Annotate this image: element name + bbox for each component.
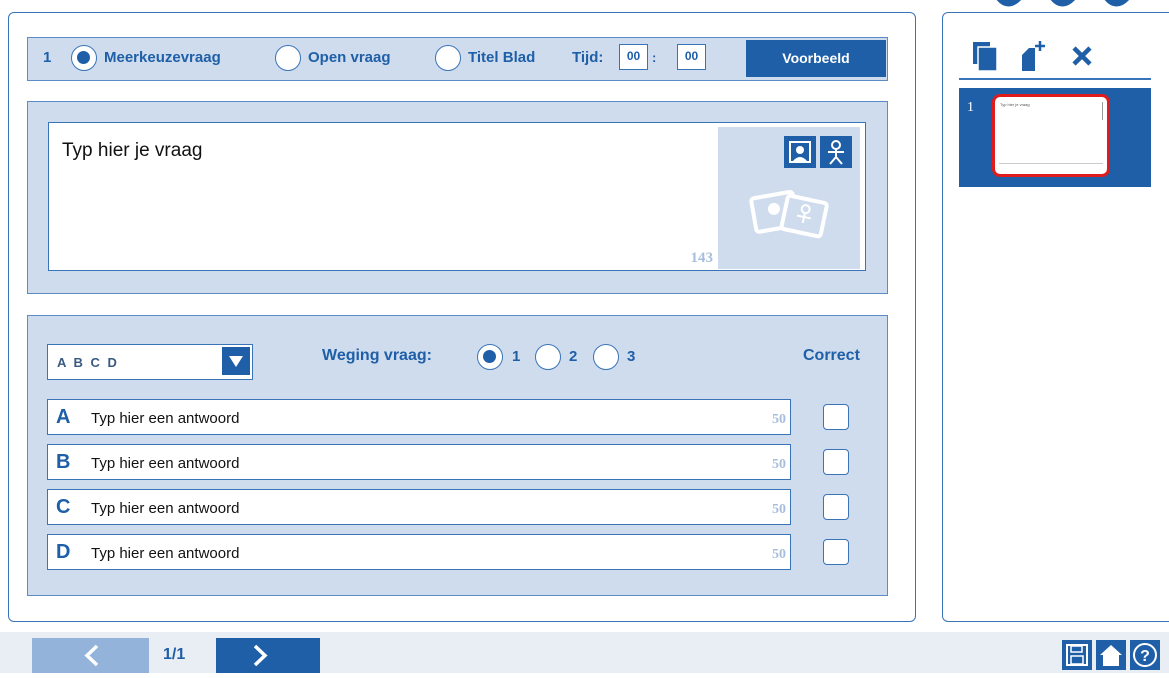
answer-row-b[interactable]: B Typ hier een antwoord 50 — [47, 444, 791, 480]
save-icon[interactable] — [1062, 640, 1092, 670]
answer-letter: C — [56, 496, 71, 518]
weging-label-3: 3 — [627, 348, 636, 365]
answer-letter: A — [56, 406, 71, 428]
question-type-bar: 1 Meerkeuzevraag Open vraag Titel Blad T… — [27, 37, 888, 81]
slide-number: 1 — [967, 100, 974, 115]
answer-row-c[interactable]: C Typ hier een antwoord 50 — [47, 489, 791, 525]
correct-checkbox-a[interactable] — [823, 404, 849, 430]
answer-row-a[interactable]: A Typ hier een antwoord 50 — [47, 399, 791, 435]
correct-checkbox-b[interactable] — [823, 449, 849, 475]
time-minutes-input[interactable]: 00 — [619, 44, 648, 70]
sidebar-divider — [959, 78, 1151, 80]
answer-row-d[interactable]: D Typ hier een antwoord 50 — [47, 534, 791, 570]
time-separator: : — [652, 50, 657, 65]
previous-page-button[interactable] — [32, 638, 149, 673]
time-label: Tijd: — [572, 49, 604, 66]
radio-open-vraag[interactable] — [275, 45, 301, 71]
weging-label-2: 2 — [569, 348, 578, 365]
home-icon[interactable] — [1096, 640, 1126, 670]
answer-input[interactable]: Typ hier een antwoord — [91, 455, 239, 472]
answer-char-count: 50 — [772, 547, 786, 562]
radio-meerkeuzevraag[interactable] — [71, 45, 97, 71]
answers-panel: A B C D Weging vraag: 1 2 3 Correct A Ty… — [27, 315, 888, 596]
weging-radio-1[interactable] — [477, 344, 503, 370]
slide-preview-line — [999, 163, 1103, 164]
radio-titel-blad[interactable] — [435, 45, 461, 71]
label-titel-blad[interactable]: Titel Blad — [468, 49, 535, 66]
slide-thumbnail-1[interactable]: 1 Typ hier je vraag — [959, 88, 1151, 187]
chevron-left-icon — [84, 644, 99, 667]
question-panel: Typ hier je vraag 143 — [27, 101, 888, 294]
answer-char-count: 50 — [772, 457, 786, 472]
add-page-icon[interactable] — [1019, 40, 1047, 72]
label-meerkeuzevraag[interactable]: Meerkeuzevraag — [104, 49, 221, 66]
answer-format-value: A B C D — [57, 355, 119, 370]
weging-radio-2[interactable] — [535, 344, 561, 370]
svg-text:?: ? — [1140, 648, 1150, 665]
weging-label: Weging vraag: — [322, 347, 432, 364]
answer-input[interactable]: Typ hier een antwoord — [91, 500, 239, 517]
correct-checkbox-d[interactable] — [823, 539, 849, 565]
time-seconds-input[interactable]: 00 — [677, 44, 706, 70]
answer-input[interactable]: Typ hier een antwoord — [91, 410, 239, 427]
answer-input[interactable]: Typ hier een antwoord — [91, 545, 239, 562]
next-page-button[interactable] — [216, 638, 320, 673]
page-indicator: 1/1 — [163, 646, 186, 663]
question-input[interactable]: Typ hier je vraag 143 — [48, 122, 866, 271]
slide-preview-media — [1102, 102, 1103, 120]
answer-letter: D — [56, 541, 71, 563]
answer-letter: B — [56, 451, 71, 473]
avatar-icon[interactable] — [820, 136, 852, 168]
label-open-vraag[interactable]: Open vraag — [308, 49, 391, 66]
answer-format-dropdown[interactable]: A B C D — [47, 344, 253, 380]
question-number: 1 — [43, 49, 52, 66]
media-area[interactable] — [718, 127, 860, 269]
answer-char-count: 50 — [772, 412, 786, 427]
weging-radio-3[interactable] — [593, 344, 619, 370]
chevron-right-icon — [253, 644, 268, 667]
correct-checkbox-c[interactable] — [823, 494, 849, 520]
answer-char-count: 50 — [772, 502, 786, 517]
delete-icon[interactable] — [1069, 40, 1097, 72]
question-placeholder: Typ hier je vraag — [62, 140, 203, 161]
images-placeholder-icon — [749, 189, 829, 239]
slide-preview-text: Typ hier je vraag — [1000, 102, 1030, 107]
weging-label-1: 1 — [512, 348, 521, 365]
preview-button[interactable]: Voorbeeld — [746, 40, 886, 77]
slide-preview: Typ hier je vraag — [992, 94, 1110, 177]
correct-header: Correct — [803, 347, 860, 364]
image-upload-icon[interactable] — [784, 136, 816, 168]
chevron-down-icon[interactable] — [222, 347, 250, 375]
question-char-count: 143 — [690, 250, 714, 266]
brand-logo-fragment — [990, 0, 1169, 10]
copy-icon[interactable] — [971, 40, 999, 72]
help-icon[interactable]: ? — [1130, 640, 1160, 670]
